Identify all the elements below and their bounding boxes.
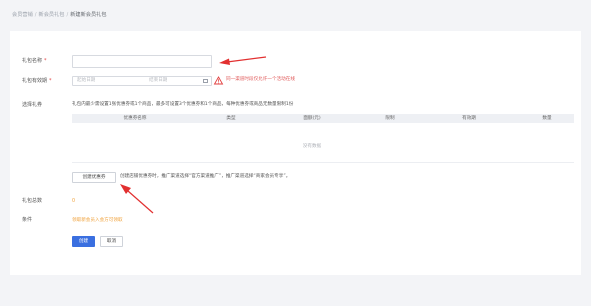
annotation-arrow-create-coupon: [120, 184, 154, 214]
